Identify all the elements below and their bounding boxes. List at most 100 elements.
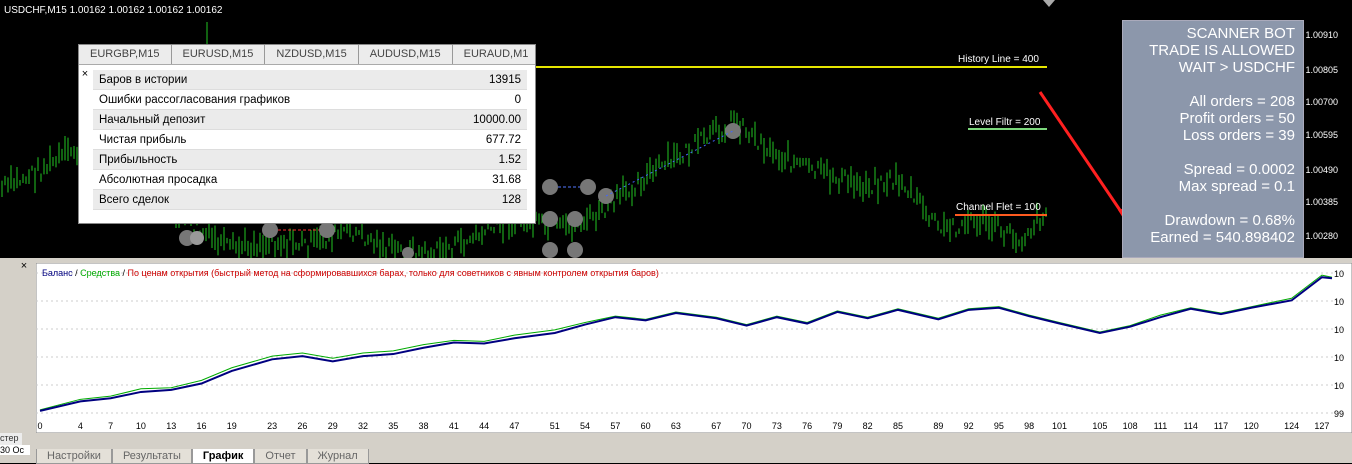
- x-tick-label: 60: [641, 421, 651, 431]
- x-tick-label: 95: [994, 421, 1004, 431]
- tab-nzdusd[interactable]: NZDUSD,M15: [265, 45, 359, 64]
- tab-audusd[interactable]: AUDUSD,M15: [359, 45, 453, 64]
- x-tick-label: 54: [580, 421, 590, 431]
- x-tick-label: 4: [78, 421, 83, 431]
- x-tick-label: 44: [479, 421, 489, 431]
- price-axis-label: 1.00700: [1305, 97, 1338, 107]
- x-tick-label: 29: [328, 421, 338, 431]
- stat-label: Прибыльность: [93, 149, 429, 170]
- table-row: Абсолютная просадка 31.68: [93, 169, 527, 190]
- price-axis-label: 1.00595: [1305, 130, 1338, 140]
- x-tick-label: 98: [1024, 421, 1034, 431]
- level-filter-label: Level Filtr = 200: [969, 117, 1041, 128]
- y-tick-label: 10: [1334, 297, 1344, 307]
- x-tick-label: 35: [388, 421, 398, 431]
- x-tick-label: 67: [711, 421, 721, 431]
- graph-background: [36, 263, 1352, 433]
- scanner-bot-panel: SCANNER BOT TRADE IS ALLOWED WAIT > USDC…: [1122, 20, 1304, 258]
- close-icon[interactable]: ×: [79, 68, 91, 80]
- balance-graph[interactable]: 101010101099 0 4 7 10 13 16 19 23 26 29 32 35 38 41 44…: [36, 263, 1352, 433]
- x-tick-label: 120: [1244, 421, 1259, 431]
- tab-report[interactable]: Отчет: [254, 449, 307, 464]
- pointer-arrow: [1038, 91, 1130, 223]
- close-icon[interactable]: ×: [18, 260, 30, 272]
- date-label: 30 Oc: [0, 445, 30, 455]
- tab-euraud[interactable]: EURAUD,M1: [453, 45, 535, 64]
- x-tick-label: 10: [136, 421, 146, 431]
- y-tick-label: 10: [1334, 353, 1344, 363]
- y-tick-label: 10: [1334, 269, 1344, 279]
- tab-eurgbp[interactable]: EURGBP,M15: [79, 45, 172, 64]
- stat-value: 1.52: [428, 149, 527, 170]
- legend-separator: /: [120, 268, 128, 278]
- stat-label: Всего сделок: [93, 189, 429, 210]
- y-tick-label: 99: [1334, 409, 1344, 419]
- graph-legend: Баланс / Средства / По ценам открытия (б…: [42, 268, 659, 278]
- x-tick-label: 57: [610, 421, 620, 431]
- x-tick-label: 26: [297, 421, 307, 431]
- tab-settings[interactable]: Настройки: [36, 449, 112, 464]
- x-tick-label: 111: [1154, 421, 1168, 431]
- table-row: Ошибки рассогласования графиков 0: [93, 89, 527, 110]
- stat-value: 0: [428, 89, 527, 110]
- stat-label: Ошибки рассогласования графиков: [93, 89, 429, 110]
- x-tick-label: 92: [964, 421, 974, 431]
- stat-value: 10000.00: [428, 109, 527, 130]
- scroll-marker-icon: [1043, 0, 1055, 7]
- chart-symbol-title: USDCHF,M15 1.00162 1.00162 1.00162 1.001…: [4, 5, 223, 16]
- x-tick-label: 105: [1092, 421, 1107, 431]
- wait-status: WAIT > USDCHF: [1178, 59, 1295, 76]
- all-orders: All orders = 208: [1189, 93, 1295, 110]
- table-row: Баров в истории 13915: [93, 70, 527, 90]
- stat-value: 677.72: [428, 129, 527, 150]
- x-tick-label: 19: [227, 421, 237, 431]
- x-tick-label: 114: [1184, 421, 1198, 431]
- stat-label: Баров в истории: [93, 70, 429, 90]
- x-tick-label: 108: [1123, 421, 1138, 431]
- x-tick-label: 63: [671, 421, 681, 431]
- table-row: Прибыльность 1.52: [93, 149, 527, 170]
- x-tick-label: 85: [893, 421, 903, 431]
- tab-eurusd[interactable]: EURUSD,M15: [172, 45, 266, 64]
- strategy-tester-panel: × стер 30 Oc 10 10 10 10 10 99 0 4 7 10 13 16 19 23 2…: [0, 258, 1352, 464]
- x-tick-label: 82: [863, 421, 873, 431]
- legend-mode: По ценам открытия (быстрый метод на сфор…: [127, 268, 659, 278]
- legend-balance: Баланс: [42, 268, 73, 278]
- tab-graph[interactable]: График: [191, 449, 255, 464]
- x-tick-label: 127: [1314, 421, 1329, 431]
- x-tick-label: 51: [550, 421, 560, 431]
- drawdown: Drawdown = 0.68%: [1164, 212, 1296, 229]
- scanner-title: SCANNER BOT: [1186, 25, 1295, 42]
- x-tick-label: 47: [509, 421, 519, 431]
- tab-journal[interactable]: Журнал: [306, 449, 369, 464]
- x-tick-label: 7: [108, 421, 113, 431]
- y-tick-label: 10: [1334, 325, 1344, 335]
- x-tick-label: 89: [933, 421, 943, 431]
- tab-results[interactable]: Результаты: [111, 449, 192, 464]
- x-tick-label: 23: [267, 421, 277, 431]
- x-tick-label: 41: [449, 421, 459, 431]
- x-tick-label: 32: [358, 421, 368, 431]
- stat-label: Начальный депозит: [93, 109, 429, 130]
- symbol-tabs: EURGBP,M15 EURUSD,M15 NZDUSD,M15 AUDUSD,…: [79, 45, 535, 65]
- max-spread: Max spread = 0.1: [1178, 178, 1295, 195]
- y-tick-label: 10: [1334, 381, 1344, 391]
- vertical-tab-label: стер: [0, 433, 19, 443]
- table-row: Чистая прибыль 677.72: [93, 129, 527, 150]
- price-axis-label: 1.00910: [1305, 30, 1338, 40]
- x-tick-label: 13: [166, 421, 176, 431]
- loss-orders: Loss orders = 39: [1182, 127, 1295, 144]
- x-tick-label: 38: [419, 421, 429, 431]
- stat-value: 13915: [428, 70, 527, 90]
- x-tick-label: 73: [772, 421, 782, 431]
- spread: Spread = 0.0002: [1183, 161, 1295, 178]
- table-row: Всего сделок 128: [93, 189, 527, 210]
- price-axis-label: 1.00490: [1305, 165, 1338, 175]
- stat-label: Чистая прибыль: [93, 129, 429, 150]
- price-axis-label: 1.00805: [1305, 65, 1338, 75]
- legend-equity: Средства: [80, 268, 121, 278]
- table-row: Начальный депозит 10000.00: [93, 109, 527, 130]
- tester-bottom-tabs: Настройки Результаты График Отчет Журнал: [36, 449, 369, 464]
- price-axis-label: 1.00385: [1305, 197, 1338, 207]
- stats-table: Баров в истории 13915 Ошибки рассогласова…: [93, 70, 527, 210]
